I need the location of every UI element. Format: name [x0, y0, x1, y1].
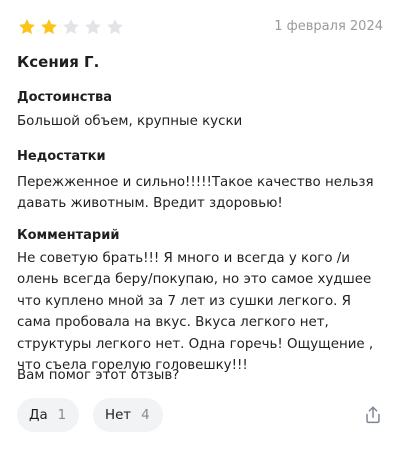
star-icon: [41, 19, 57, 35]
comment-title: Комментарий: [17, 228, 120, 243]
helpful-question: Вам помог этот отзыв?: [17, 368, 180, 383]
star-icon: [63, 19, 79, 35]
share-icon[interactable]: [362, 404, 384, 426]
author-name: Ксения Г.: [17, 53, 100, 71]
review-card: 1 февраля 2024 Ксения Г. Достоинства Бол…: [0, 0, 400, 453]
pros-title: Достоинства: [17, 90, 113, 105]
helpful-yes-button[interactable]: Да 1: [17, 398, 80, 432]
no-count: 4: [141, 407, 150, 423]
rating-stars: [17, 17, 125, 37]
yes-count: 1: [57, 407, 67, 423]
cons-title: Недостатки: [17, 149, 106, 164]
star-icon: [85, 19, 101, 35]
comment-text: Не советую брать!!! Я много и всегда у к…: [17, 251, 374, 374]
pros-text: Большой объем, крупные куски: [17, 114, 243, 129]
helpful-no-button[interactable]: Нет 4: [93, 398, 163, 432]
star-icon: [107, 19, 123, 35]
review-date: 1 февраля 2024: [274, 19, 383, 34]
yes-label: Да: [29, 407, 48, 423]
no-label: Нет: [105, 407, 132, 423]
cons-text: Пережженное и сильно!!!!!Такое качество …: [17, 175, 374, 212]
star-icon: [19, 19, 35, 35]
